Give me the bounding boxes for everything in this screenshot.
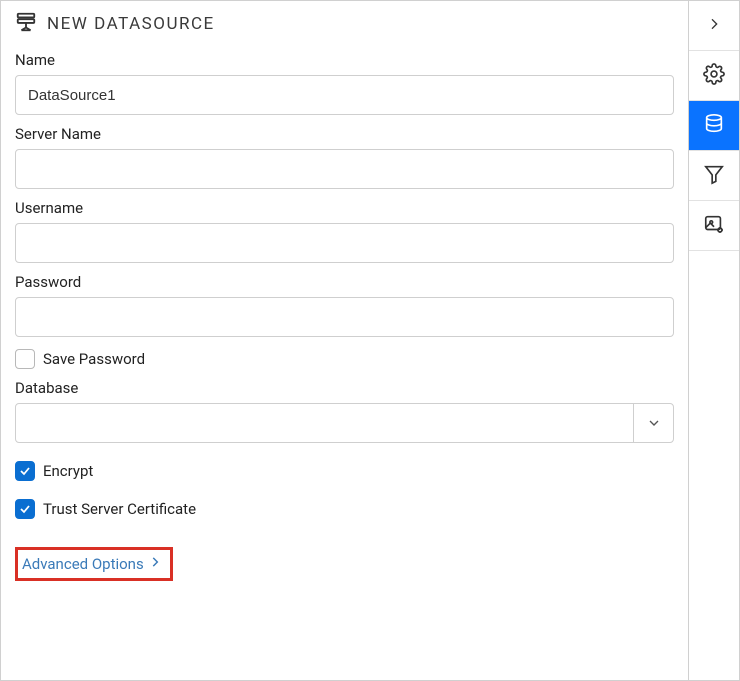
password-label: Password (15, 273, 674, 291)
image-settings-icon (703, 213, 725, 239)
encrypt-checkbox[interactable] (15, 461, 35, 481)
sidebar-item-settings[interactable] (689, 51, 739, 101)
database-select-value (16, 404, 633, 442)
trust-cert-row[interactable]: Trust Server Certificate (15, 499, 674, 519)
filter-icon (703, 163, 725, 189)
chevron-down-icon[interactable] (633, 404, 673, 442)
advanced-options-link[interactable]: Advanced Options (15, 547, 173, 581)
name-label: Name (15, 51, 674, 69)
gear-icon (703, 63, 725, 89)
save-password-checkbox[interactable] (15, 349, 35, 369)
sidebar-item-collapse[interactable] (689, 1, 739, 51)
sidebar-item-datasource[interactable] (689, 101, 739, 151)
main-panel: NEW DATASOURCE Name Server Name Username… (1, 1, 689, 680)
save-password-label: Save Password (43, 350, 145, 368)
panel-header: NEW DATASOURCE (15, 11, 674, 37)
username-input[interactable] (15, 223, 674, 263)
sidebar-item-image[interactable] (689, 201, 739, 251)
name-input[interactable] (15, 75, 674, 115)
datasource-header-icon (15, 11, 37, 37)
database-label: Database (15, 379, 674, 397)
advanced-options-label: Advanced Options (22, 555, 144, 573)
username-label: Username (15, 199, 674, 217)
server-name-input[interactable] (15, 149, 674, 189)
sidebar-item-filter[interactable] (689, 151, 739, 201)
panel-title: NEW DATASOURCE (47, 14, 215, 34)
database-select[interactable] (15, 403, 674, 443)
password-input[interactable] (15, 297, 674, 337)
chevron-right-icon (706, 16, 722, 36)
right-sidebar (689, 1, 739, 680)
encrypt-row[interactable]: Encrypt (15, 461, 674, 481)
save-password-row[interactable]: Save Password (15, 349, 674, 369)
encrypt-label: Encrypt (43, 462, 93, 480)
server-name-label: Server Name (15, 125, 674, 143)
chevron-right-icon (148, 555, 162, 573)
trust-cert-label: Trust Server Certificate (43, 500, 196, 518)
database-icon (703, 113, 725, 139)
trust-cert-checkbox[interactable] (15, 499, 35, 519)
